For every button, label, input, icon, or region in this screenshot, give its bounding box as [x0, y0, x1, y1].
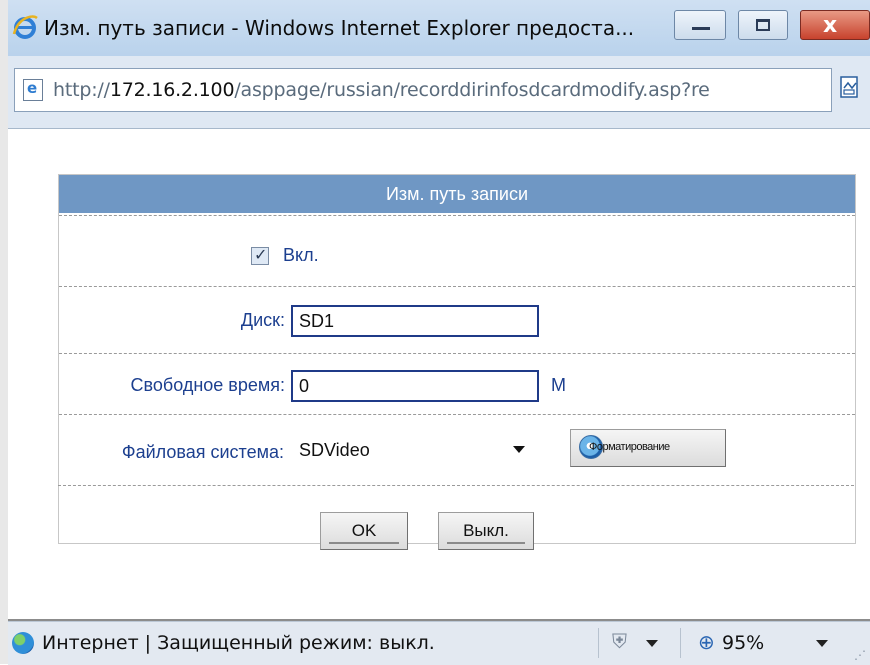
- file-system-value: SDVideo: [299, 440, 370, 460]
- zone-status-text: Интернет | Защищенный режим: выкл.: [42, 632, 435, 654]
- zoom-level[interactable]: 95%: [722, 632, 764, 654]
- url-field[interactable]: http://172.16.2.100/asppage/russian/reco…: [14, 68, 832, 112]
- address-bar: http://172.16.2.100/asppage/russian/reco…: [8, 56, 870, 129]
- compatibility-view-icon[interactable]: [838, 74, 862, 102]
- divider: [58, 485, 854, 486]
- dropdown-arrow-icon: [513, 446, 525, 453]
- page-icon: [23, 79, 43, 101]
- maximize-icon: [756, 19, 770, 31]
- maximize-button[interactable]: [738, 10, 788, 40]
- ok-button-label: OK: [351, 521, 377, 540]
- button-underline: [447, 542, 525, 544]
- url-path: /asppage/russian/recorddirinfosdcardmodi…: [234, 79, 710, 101]
- file-system-select[interactable]: SDVideo: [290, 435, 542, 469]
- format-button[interactable]: Форматирование: [570, 429, 726, 467]
- format-button-label: Форматирование: [589, 441, 670, 453]
- url-prefix: http://: [53, 79, 110, 101]
- internet-zone-globe-icon: [12, 632, 34, 654]
- url-host: 172.16.2.100: [109, 79, 235, 101]
- file-system-label: Файловая система:: [121, 442, 284, 462]
- security-dropdown-icon[interactable]: [646, 640, 658, 647]
- divider: [598, 628, 599, 658]
- off-button-label: Выкл.: [463, 521, 509, 540]
- protected-mode-icon[interactable]: ⛨: [612, 631, 627, 654]
- close-icon: x: [823, 13, 838, 38]
- zoom-icon[interactable]: ⊕: [698, 630, 715, 655]
- resize-grip-icon[interactable]: ⋰: [854, 648, 866, 662]
- status-bar: Интернет | Защищенный режим: выкл. ⛨ ⊕ 9…: [8, 621, 870, 665]
- minimize-button[interactable]: [674, 10, 726, 40]
- off-button[interactable]: Выкл.: [438, 512, 534, 550]
- close-button[interactable]: x: [800, 10, 870, 40]
- internet-explorer-logo-icon: [12, 15, 38, 39]
- form-lower-rows: Файловая система: SDVideo Форматирование…: [58, 174, 854, 550]
- title-bar[interactable]: Изм. путь записи - Windows Internet Expl…: [8, 0, 870, 57]
- window-title: Изм. путь записи - Windows Internet Expl…: [44, 16, 635, 40]
- button-underline: [329, 542, 399, 544]
- divider: [680, 628, 681, 658]
- zoom-dropdown-icon[interactable]: [816, 640, 828, 647]
- minimize-icon: [692, 27, 710, 30]
- ok-button[interactable]: OK: [320, 512, 408, 550]
- url-text[interactable]: http://172.16.2.100/asppage/russian/reco…: [53, 79, 710, 101]
